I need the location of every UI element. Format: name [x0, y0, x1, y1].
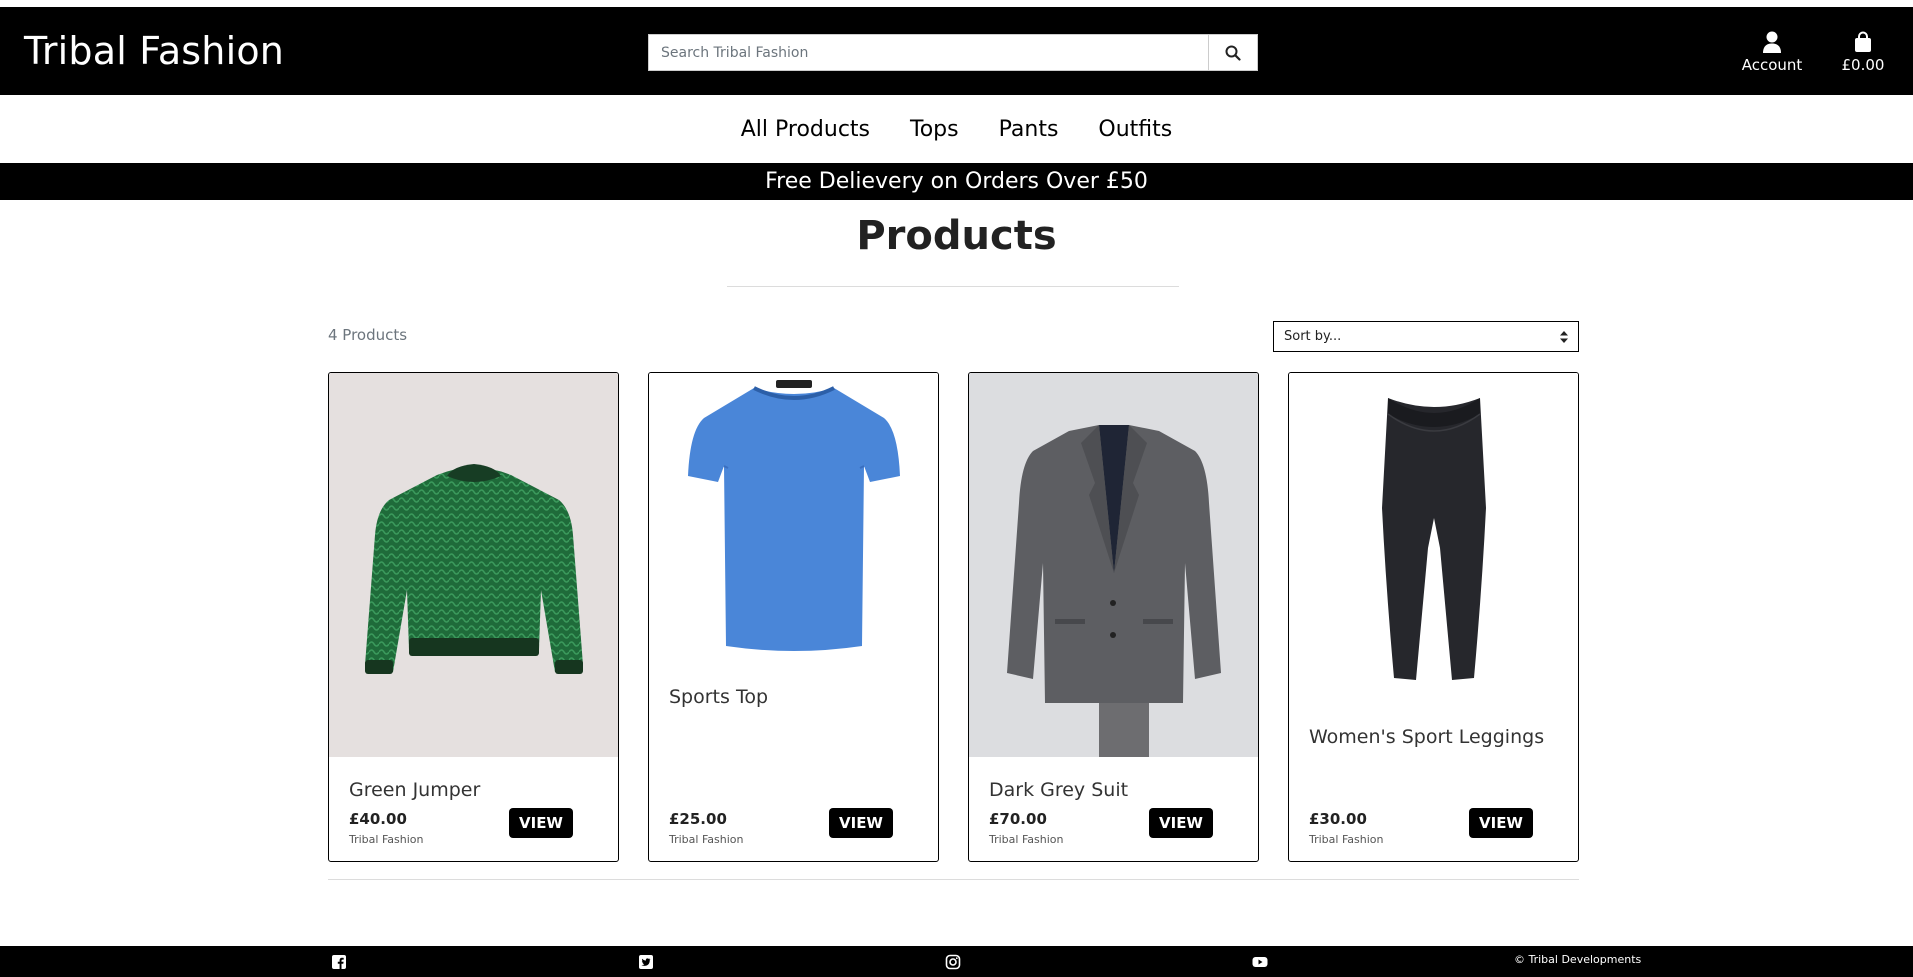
site-logo[interactable]: Tribal Fashion	[24, 29, 284, 73]
product-card[interactable]: Green Jumper £40.00 Tribal Fashion VIEW	[328, 372, 619, 862]
twitter-icon[interactable]	[638, 954, 654, 970]
green-jumper-image	[364, 464, 583, 674]
delivery-banner: Free Delievery on Orders Over £50	[0, 163, 1913, 200]
product-brand: Tribal Fashion	[989, 833, 1064, 846]
shopping-bag-link[interactable]: £0.00	[1841, 29, 1885, 74]
view-button[interactable]: VIEW	[1149, 808, 1213, 838]
view-button[interactable]: VIEW	[829, 808, 893, 838]
shopping-bag-icon	[1855, 31, 1871, 52]
site-footer: © Tribal Developments	[0, 946, 1913, 977]
search-button[interactable]	[1208, 34, 1258, 71]
view-button[interactable]: VIEW	[1469, 808, 1533, 838]
facebook-icon[interactable]	[331, 954, 347, 970]
instagram-icon[interactable]	[945, 954, 961, 970]
product-price: £30.00	[1309, 810, 1367, 828]
top-strip	[0, 0, 1913, 7]
sports-top-image	[687, 380, 900, 651]
view-button[interactable]: VIEW	[509, 808, 573, 838]
nav-tops[interactable]: Tops	[910, 117, 959, 142]
sort-select[interactable]: Sort by...	[1273, 321, 1579, 352]
youtube-icon[interactable]	[1252, 954, 1268, 970]
product-name[interactable]: Green Jumper	[349, 779, 480, 801]
product-image[interactable]	[969, 373, 1258, 757]
product-card[interactable]: Dark Grey Suit £70.00 Tribal Fashion VIE…	[968, 372, 1259, 862]
product-name[interactable]: Women's Sport Leggings	[1309, 726, 1544, 748]
product-count: 4 Products	[328, 326, 408, 344]
site-header: Tribal Fashion Account £0.00	[0, 7, 1913, 95]
product-brand: Tribal Fashion	[1309, 833, 1384, 846]
nav-pants[interactable]: Pants	[999, 117, 1059, 142]
search-bar	[648, 34, 1258, 71]
sort-select-value: Sort by...	[1284, 329, 1342, 344]
product-image[interactable]	[649, 373, 938, 673]
page-title: Products	[856, 213, 1057, 259]
content-divider	[328, 879, 1579, 880]
product-brand: Tribal Fashion	[669, 833, 744, 846]
account-link[interactable]: Account	[1741, 29, 1803, 74]
product-image[interactable]	[329, 373, 618, 757]
account-label: Account	[1741, 56, 1803, 74]
title-divider	[727, 286, 1179, 287]
search-input[interactable]	[648, 34, 1208, 71]
product-name[interactable]: Dark Grey Suit	[989, 779, 1128, 801]
main-nav: All Products Tops Pants Outfits	[0, 95, 1913, 163]
dark-grey-suit-image	[1006, 425, 1221, 757]
product-price: £70.00	[989, 810, 1047, 828]
product-image[interactable]	[1289, 373, 1578, 703]
nav-outfits[interactable]: Outfits	[1098, 117, 1172, 142]
product-card[interactable]: Sports Top £25.00 Tribal Fashion VIEW	[648, 372, 939, 862]
product-name[interactable]: Sports Top	[669, 686, 768, 708]
footer-copyright: © Tribal Developments	[1514, 953, 1642, 966]
bag-total: £0.00	[1841, 56, 1885, 74]
nav-all-products[interactable]: All Products	[741, 117, 870, 142]
product-brand: Tribal Fashion	[349, 833, 424, 846]
search-icon	[1225, 45, 1241, 61]
user-icon	[1763, 31, 1781, 53]
sort-arrows-icon	[1560, 330, 1568, 343]
product-price: £25.00	[669, 810, 727, 828]
product-card[interactable]: Women's Sport Leggings £30.00 Tribal Fas…	[1288, 372, 1579, 862]
product-price: £40.00	[349, 810, 407, 828]
leggings-image	[1381, 398, 1486, 680]
